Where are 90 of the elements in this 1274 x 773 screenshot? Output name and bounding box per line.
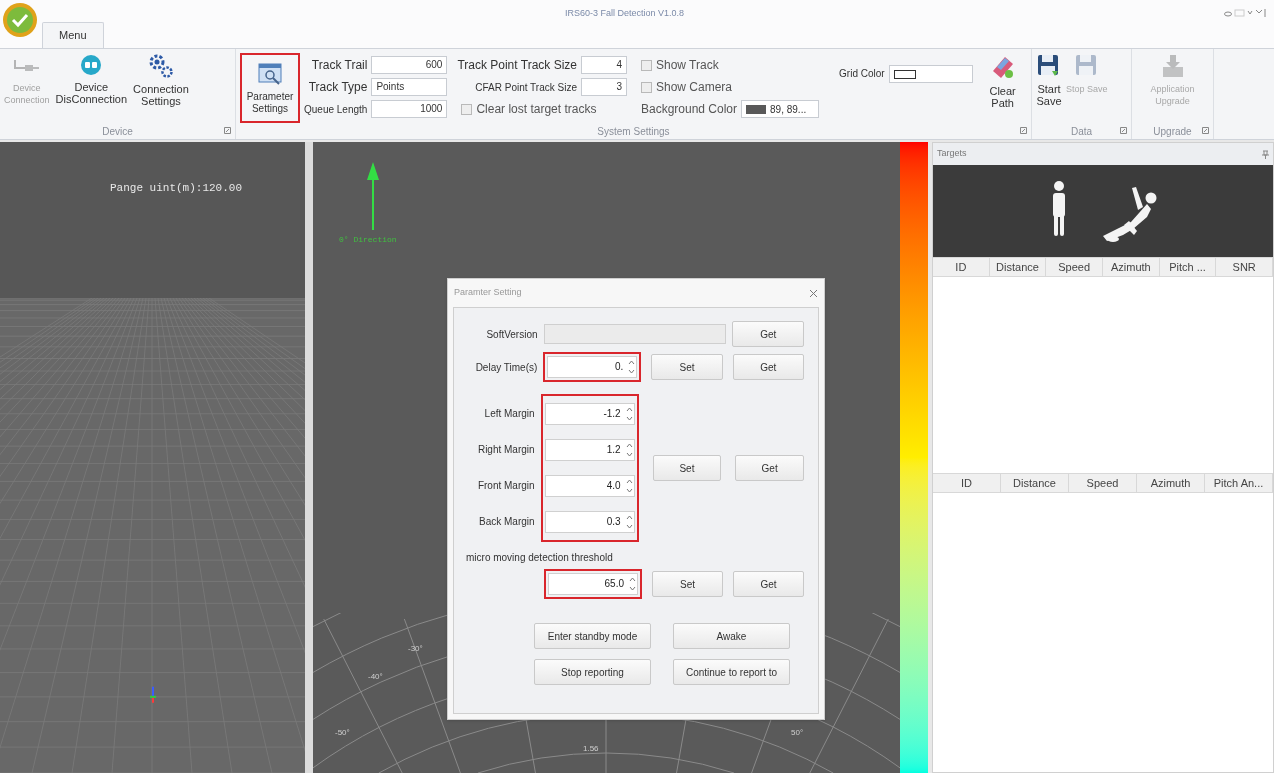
panel-title: Targets [937,147,967,161]
column-header[interactable]: Azimuth [1103,258,1160,276]
input-field[interactable]: Points [371,78,448,96]
polar-label: -30° [408,643,423,655]
connector-icon [79,53,104,77]
spin-field[interactable]: -1.2 [544,403,635,425]
download-icon [1160,53,1185,79]
dialog-button[interactable]: Get [733,571,804,597]
field-label: Right Margin [476,443,535,457]
pin-icon[interactable] [1262,149,1269,159]
dialog-launcher-icon[interactable] [1020,127,1027,134]
ribbon-group-label: Device [102,124,133,139]
field-label: Track Point Track Size [457,57,577,74]
field-label: micro moving detection threshold [466,551,614,565]
checkbox-label: Show Camera [656,79,732,96]
column-header[interactable]: SNR [1216,258,1274,276]
input-field[interactable]: 3 [581,78,627,96]
dialog-button[interactable]: Get [735,455,804,481]
window-controls-icon[interactable] [1224,8,1268,18]
spin-field[interactable]: 1.2 [544,439,635,461]
dialog-button[interactable]: Set [652,455,722,481]
column-header[interactable]: Distance [1001,474,1069,492]
dialog-button[interactable]: Stop reporting [534,659,651,685]
column-header[interactable]: Azimuth [1137,474,1205,492]
direction-arrow-icon [367,162,379,232]
spin-field[interactable]: 0.3 [544,511,635,533]
field-label: Track Type [308,79,368,96]
column-header[interactable]: ID [933,258,990,276]
color-value: 89, 89... [770,102,807,117]
spin-field[interactable]: 0. [547,356,638,378]
input-field[interactable]: 4 [581,56,627,74]
ribbon-group-label: System Settings [597,124,670,139]
ribbon-button[interactable]: Connection Settings [131,53,191,125]
dialog-button[interactable]: Get [732,354,804,380]
range-label: Pange uint(m):120.00 [110,182,243,194]
column-header[interactable]: Pitch ... [1159,258,1217,276]
input-field[interactable]: 600 [371,56,448,74]
dialog-button[interactable]: Awake [673,623,790,649]
polar-label: 1.56 [583,743,599,755]
column-header[interactable]: Distance [989,258,1047,276]
field-label: Front Margin [476,479,535,493]
field-label: Grid Color [839,67,885,81]
field-label: Back Margin [478,515,535,529]
checkbox[interactable] [641,81,652,93]
column-header[interactable]: Speed [1046,258,1103,276]
color-picker[interactable] [888,65,973,83]
dialog-launcher-icon[interactable] [1120,127,1127,134]
field-label: Background Color [641,101,738,118]
input-field[interactable]: 1000 [371,100,448,118]
field-label: Queue Length [304,102,368,117]
checkbox-label: Show Track [656,57,719,74]
column-header[interactable]: Speed [1069,474,1137,492]
checkbox[interactable] [461,103,473,115]
dialog-title: Paramter Setting [454,286,522,300]
dialog-button[interactable]: Set [652,571,723,597]
ribbon-tab[interactable]: Menu [42,22,104,48]
field-label: CFAR Point Track Size [475,80,577,95]
ribbon-group-label: Data [1070,124,1093,139]
polar-label: -50° [335,727,350,739]
dialog-button[interactable]: Get [732,321,804,347]
gears-icon [147,53,174,79]
dialog-button[interactable]: Set [651,354,723,380]
dialog-button[interactable]: Continue to report to [673,659,790,685]
dialog-button[interactable]: Enter standby mode [534,623,651,649]
ribbon-button[interactable]: Device DisConnection [53,53,130,125]
plug-icon [13,59,40,72]
app-logo-icon[interactable] [2,2,38,38]
ribbon-button[interactable]: Start Save [1036,53,1062,125]
clear-path-button[interactable]: Clear Path [984,53,1021,125]
column-header[interactable]: Pitch An... [1205,474,1273,492]
field-label: Track Trail [311,57,368,74]
dialog-launcher-icon[interactable] [224,127,231,134]
column-header[interactable]: ID [933,474,1001,492]
spin-field[interactable]: 4.0 [544,475,635,497]
direction-label: 0° Direction [339,234,397,246]
window-title: IRS60-3 Fall Detection V1.0.8 [565,7,685,20]
settings-window-icon [257,61,283,87]
color-picker[interactable]: 89, 89... [741,100,820,118]
checkbox[interactable] [641,59,652,71]
dialog-launcher-icon[interactable] [1202,127,1209,134]
checkbox-label: Clear lost target tracks [476,101,597,118]
field-label: Left Margin [483,407,535,421]
field-label: SoftVersion [485,327,538,342]
close-icon[interactable] [809,288,818,298]
polar-label: 50° [791,727,804,739]
parameter-settings-button[interactable]: Parameter Settings [240,53,300,123]
ribbon-group-label: Upgrade [1153,124,1192,139]
spin-field[interactable]: 65.0 [548,573,638,595]
polar-label: -40° [368,671,383,683]
field-label: Delay Time(s) [474,360,538,375]
